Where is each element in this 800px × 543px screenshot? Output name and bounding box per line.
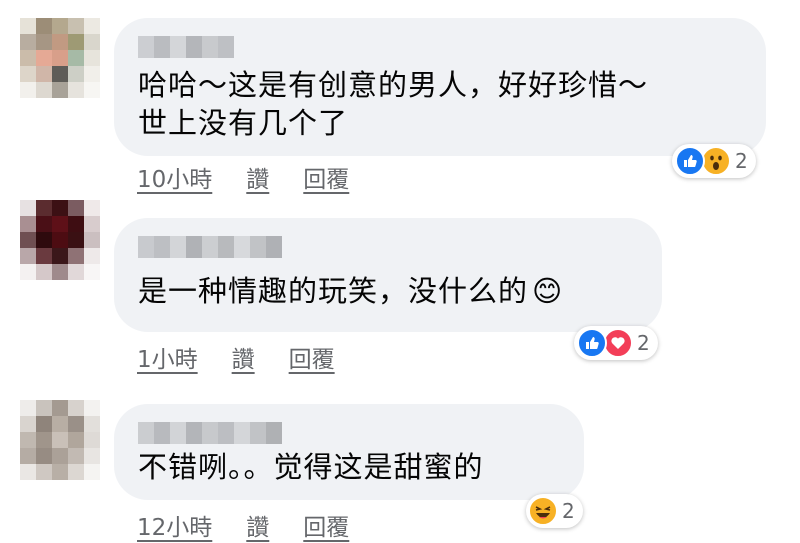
haha-icon [528, 496, 558, 526]
timestamp-link[interactable]: 10小時 [137, 160, 212, 194]
comment-actions: 12小時 讚 回覆 [137, 508, 349, 542]
timestamp-link[interactable]: 1小時 [137, 340, 198, 374]
comment-actions: 1小時 讚 回覆 [137, 340, 335, 374]
reply-button[interactable]: 回覆 [303, 508, 349, 542]
reactions-summary[interactable]: 2 [672, 144, 756, 178]
like-icon [577, 328, 607, 358]
comment-text-line: 不错咧。。觉得这是甜蜜的 [138, 450, 484, 484]
reaction-count: 2 [562, 499, 575, 523]
comment-text: 是一种情趣的玩笑，没什么的 😊 [138, 272, 638, 310]
commenter-name-blurred[interactable] [138, 36, 742, 58]
reactions-summary[interactable]: 2 [526, 494, 583, 528]
comment-bubble: 哈哈～这是有创意的男人，好好珍惜～ 世上没有几个了 [114, 18, 766, 156]
reply-button[interactable]: 回覆 [303, 160, 349, 194]
avatar[interactable] [20, 18, 100, 98]
reply-button[interactable]: 回覆 [289, 340, 335, 374]
reaction-count: 2 [637, 331, 650, 355]
commenter-name-blurred[interactable] [138, 236, 638, 258]
like-icon [675, 146, 705, 176]
wow-icon [701, 146, 731, 176]
comment-text-line: 哈哈～这是有创意的男人，好好珍惜～ [138, 68, 649, 102]
commenter-name-blurred[interactable] [138, 422, 560, 444]
timestamp-link[interactable]: 12小時 [137, 508, 212, 542]
avatar[interactable] [20, 400, 100, 480]
reactions-summary[interactable]: 2 [574, 326, 658, 360]
reaction-count: 2 [735, 149, 748, 173]
avatar[interactable] [20, 200, 100, 280]
comment-actions: 10小時 讚 回覆 [137, 160, 349, 194]
comment-bubble: 不错咧。。觉得这是甜蜜的 [114, 404, 584, 500]
comment-text-line: 是一种情趣的玩笑，没什么的 [138, 274, 529, 308]
like-button[interactable]: 讚 [246, 160, 269, 194]
comment-text-line: 世上没有几个了 [138, 106, 349, 140]
comment-text: 不错咧。。觉得这是甜蜜的 [138, 448, 560, 486]
love-icon [603, 328, 633, 358]
comment-text: 哈哈～这是有创意的男人，好好珍惜～ 世上没有几个了 [138, 66, 742, 142]
like-button[interactable]: 讚 [246, 508, 269, 542]
like-button[interactable]: 讚 [232, 340, 255, 374]
comment-bubble: 是一种情趣的玩笑，没什么的 😊 [114, 218, 662, 332]
smiling-face-emoji: 😊 [532, 274, 564, 308]
